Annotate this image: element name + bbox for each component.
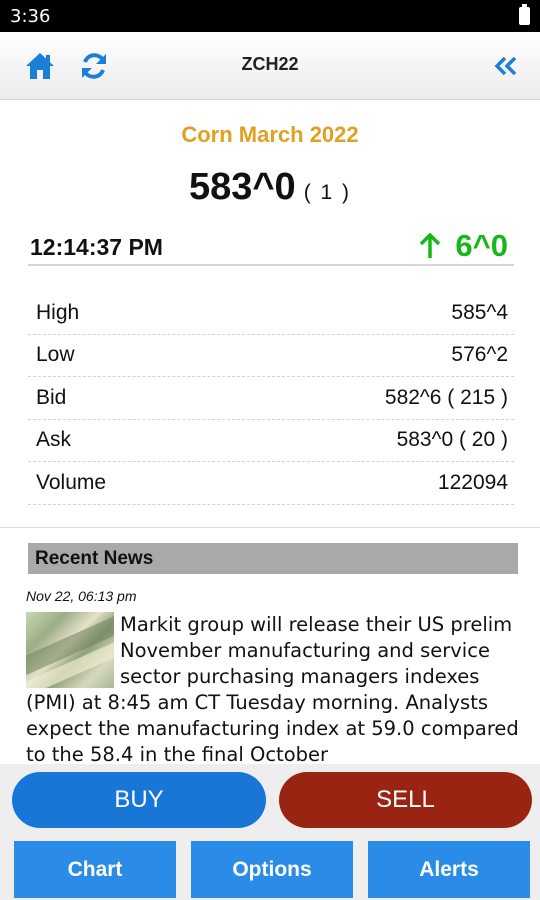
stat-label: Bid [36,385,67,409]
stat-row-ask: Ask 583^0 ( 20 ) [28,420,514,462]
section-divider [0,527,540,528]
sell-button[interactable]: SELL [279,772,532,828]
buy-button[interactable]: BUY [12,772,266,828]
status-bar: 3:36 [0,0,540,32]
news-thumbnail [26,612,114,688]
news-date: Nov 22, 06:13 pm [26,588,137,604]
stats-table: High 585^4 Low 576^2 Bid 582^6 ( 215 ) A… [28,292,514,505]
last-size: ( 1 ) [303,181,352,204]
stat-value: 576^2 [451,343,508,367]
last-price: 583^0 [188,166,296,208]
back-button[interactable] [488,48,524,84]
arrow-up-icon [420,233,441,258]
tab-alerts[interactable]: Alerts [368,841,530,898]
app-header: ZCH22 [0,32,540,100]
price-line: 583^0 ( 1 ) [0,166,540,209]
stat-label: Volume [36,470,107,494]
tab-options[interactable]: Options [191,841,353,898]
news-section-header: Recent News [28,543,518,574]
stat-value: 582^6 ( 215 ) [384,385,508,409]
net-change: 6^0 [419,228,508,264]
net-change-value: 6^0 [455,228,508,263]
stat-row-bid: Bid 582^6 ( 215 ) [28,377,514,420]
stat-row-high: High 585^4 [28,292,514,335]
tab-chart[interactable]: Chart [14,841,176,898]
stat-label: Ask [36,428,72,452]
home-icon [26,53,54,79]
stat-value: 585^4 [451,300,508,324]
contract-name: Corn March 2022 [181,122,359,147]
refresh-button[interactable] [76,48,112,84]
stat-value: 122094 [437,470,508,494]
stat-row-volume: Volume 122094 [28,462,514,505]
news-item[interactable]: Nov 22, 06:13 pm Markit group will relea… [26,588,520,764]
stat-row-low: Low 576^2 [28,335,514,377]
quote-time-row: 12:14:37 PM 6^0 [28,226,514,266]
quote-time: 12:14:37 PM [30,234,163,260]
refresh-icon [82,53,106,79]
stat-value: 583^0 ( 20 ) [396,428,508,452]
home-button[interactable] [22,48,58,84]
bottom-action-bar: BUY SELL Chart Options Alerts [0,764,540,900]
stat-label: High [36,300,80,324]
stat-label: Low [36,343,75,367]
status-time: 3:36 [10,6,51,27]
battery-icon [519,4,530,25]
double-chevron-left-icon [494,56,517,76]
